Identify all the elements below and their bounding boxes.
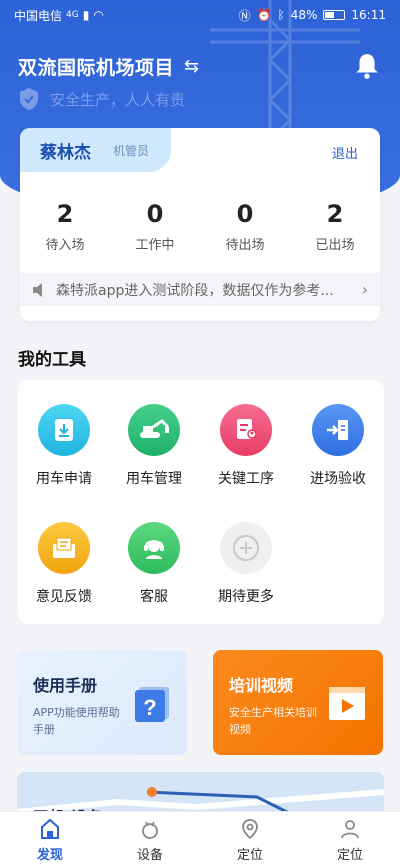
bluetooth-icon: ᛒ xyxy=(277,8,285,22)
wifi-icon: ◠ xyxy=(93,8,104,22)
stat-exited[interactable]: 2 已出场 xyxy=(290,200,380,253)
tool-customer-service[interactable]: 客服 xyxy=(108,522,200,606)
network-label: 4G xyxy=(66,10,79,20)
tool-car-management[interactable]: 用车管理 xyxy=(108,404,200,488)
bottom-nav: 发现 设备 定位 定位 xyxy=(0,811,400,867)
nav-label: 设备 xyxy=(136,848,163,863)
excavator-icon xyxy=(128,404,180,456)
training-video-card[interactable]: 培训视频 安全生产相关培训视频 xyxy=(213,650,383,755)
stat-value: 2 xyxy=(56,200,74,228)
tool-car-request[interactable]: 用车申请 xyxy=(18,404,110,488)
clock: 16:11 xyxy=(351,8,386,22)
plus-circle-icon xyxy=(220,522,272,574)
stat-value: 0 xyxy=(236,200,254,228)
nfc-icon: Ⓝ xyxy=(238,8,251,23)
chevron-right-icon: › xyxy=(361,280,368,299)
tool-label: 期待更多 xyxy=(218,589,274,605)
logout-button[interactable]: 退出 xyxy=(332,143,358,162)
stat-pending-entry[interactable]: 2 待入场 xyxy=(20,200,110,253)
nav-label: 发现 xyxy=(36,848,63,863)
carrier-label: 中国电信 xyxy=(14,8,63,23)
tool-label: 用车管理 xyxy=(126,471,182,487)
tool-label: 进场验收 xyxy=(310,471,366,487)
stat-value: 2 xyxy=(326,200,344,228)
nav-label: 定位 xyxy=(336,848,363,863)
stat-working[interactable]: 0 工作中 xyxy=(110,200,200,253)
project-switcher[interactable]: 双流国际机场项目 ⇆ xyxy=(18,52,388,80)
stat-value: 0 xyxy=(146,200,164,228)
nav-device[interactable]: 设备 xyxy=(100,812,200,867)
stat-label: 工作中 xyxy=(135,238,175,253)
tool-key-process[interactable]: 关键工序 xyxy=(200,404,292,488)
car-request-icon xyxy=(38,404,90,456)
slogan-text: 安全生产，人人有责 xyxy=(50,90,186,109)
manual-card[interactable]: 使用手册 APP功能使用帮助手册 ? xyxy=(17,650,187,755)
tools-section-title: 我的工具 xyxy=(18,350,86,370)
location-pin-icon xyxy=(242,819,258,840)
user-role: 机管员 xyxy=(113,143,150,158)
svg-text:?: ? xyxy=(143,695,156,720)
battery-percent: 48% xyxy=(290,8,318,22)
signal-icon: ▮ xyxy=(82,8,90,22)
customer-service-icon xyxy=(128,522,180,574)
video-desc: 安全生产相关培训视频 xyxy=(229,706,317,736)
project-title: 双流国际机场项目 xyxy=(18,56,175,79)
tool-label: 意见反馈 xyxy=(36,589,92,605)
user-tab: 蔡林杰 机管员 xyxy=(20,128,171,172)
feedback-icon xyxy=(38,522,90,574)
tool-more[interactable]: 期待更多 xyxy=(200,522,292,606)
stats-card: 蔡林杰 机管员 退出 2 待入场 0 工作中 0 待出场 2 已出场 森特派ap… xyxy=(20,128,380,321)
help-book-icon: ? xyxy=(135,687,169,722)
nav-discover[interactable]: 发现 xyxy=(0,812,100,867)
swap-arrows-icon[interactable]: ⇆ xyxy=(184,56,199,77)
tools-card: 用车申请 用车管理 关键工序 进场验收 意见反馈 客服 期待更多 xyxy=(18,380,384,624)
bell-icon[interactable] xyxy=(354,52,380,80)
tool-feedback[interactable]: 意见反馈 xyxy=(18,522,110,606)
nav-person-location[interactable]: 定位 xyxy=(300,812,400,867)
tool-label: 用车申请 xyxy=(36,471,92,487)
tool-label: 关键工序 xyxy=(218,471,274,487)
stats-row: 2 待入场 0 工作中 0 待出场 2 已出场 xyxy=(20,200,380,253)
tool-entry-check[interactable]: 进场验收 xyxy=(292,404,384,488)
notice-text: 森特派app进入测试阶段，数据仅作为参考... xyxy=(56,282,334,299)
nav-label: 定位 xyxy=(236,848,263,863)
stat-pending-exit[interactable]: 0 待出场 xyxy=(200,200,290,253)
manual-desc: APP功能使用帮助手册 xyxy=(33,706,120,736)
notice-bar[interactable]: 森特派app进入测试阶段，数据仅作为参考... › xyxy=(20,273,380,306)
entry-check-icon xyxy=(312,404,364,456)
safety-slogan: 安全生产，人人有责 xyxy=(18,87,185,111)
alarm-icon: ⏰ xyxy=(256,8,272,22)
device-icon xyxy=(142,821,158,839)
user-name: 蔡林杰 xyxy=(40,142,91,163)
discover-home-icon xyxy=(41,818,59,839)
battery-icon xyxy=(323,10,346,20)
stat-label: 待入场 xyxy=(45,238,85,253)
nav-location[interactable]: 定位 xyxy=(200,812,300,867)
status-bar: 中国电信 4G ▮ ◠ Ⓝ ⏰ ᛒ 48% 16:11 xyxy=(0,0,400,30)
video-player-icon xyxy=(329,687,365,720)
shield-check-icon xyxy=(20,88,38,110)
stat-label: 待出场 xyxy=(225,238,265,253)
speaker-icon xyxy=(33,282,42,297)
stat-label: 已出场 xyxy=(315,238,355,253)
tool-label: 客服 xyxy=(140,589,168,605)
document-user-icon xyxy=(220,404,272,456)
person-location-icon xyxy=(341,820,359,839)
